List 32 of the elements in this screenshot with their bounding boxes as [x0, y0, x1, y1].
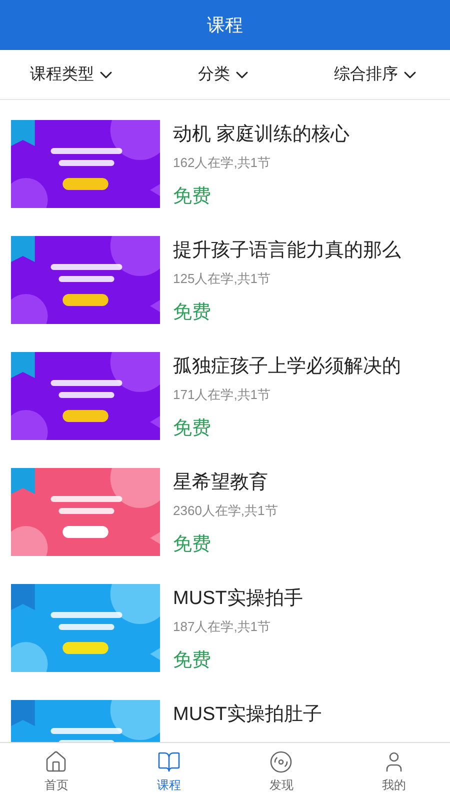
filter-dropdown[interactable]: 课程类型: [30, 62, 116, 86]
price-label: 免费: [173, 533, 212, 557]
tab-bar-item[interactable]: 课程: [112, 743, 225, 800]
filter-dropdown[interactable]: 分类: [198, 62, 252, 86]
price-label: 免费: [173, 185, 212, 209]
course-title: 提升孩子语言能力真的那么: [173, 239, 401, 263]
course-title: 孤独症孩子上学必须解决的: [173, 355, 401, 379]
course-stats: 187人在学,共1节: [173, 618, 272, 636]
course-item[interactable]: 星希望教育 2360人在学,共1节 免费: [0, 468, 450, 556]
home-icon: [44, 750, 68, 774]
course-title: 动机 家庭训练的核心: [173, 123, 350, 147]
price-label: 免费: [173, 417, 212, 441]
tab-bar-item[interactable]: 首页: [0, 743, 112, 800]
course-stats: 125人在学,共1节: [173, 270, 272, 288]
disc-icon: [269, 750, 294, 774]
course-stats: 162人在学,共1节: [173, 154, 272, 172]
header-title: 课程: [207, 14, 243, 36]
course-item[interactable]: MUST实操拍手 187人在学,共1节 免费: [0, 584, 450, 672]
course-item[interactable]: 提升孩子语言能力真的那么 125人在学,共1节 免费: [0, 236, 450, 324]
course-title: 星希望教育: [173, 470, 269, 495]
course-stats: 2360人在学,共1节: [173, 502, 278, 520]
course-title: MUST实操拍肚子: [173, 703, 322, 727]
filter-dropdown[interactable]: 综合排序: [334, 62, 420, 86]
course-item[interactable]: 孤独症孩子上学必须解决的 171人在学,共1节 免费: [0, 352, 450, 440]
tab-bar-item[interactable]: 发现: [225, 743, 338, 800]
price-label: 免费: [173, 649, 212, 673]
book-icon: [156, 750, 181, 774]
course-stats: 171人在学,共1节: [173, 386, 272, 404]
price-label: 免费: [173, 301, 212, 325]
course-title: MUST实操拍手: [173, 587, 303, 611]
course-item[interactable]: 动机 家庭训练的核心 162人在学,共1节 免费: [0, 120, 450, 208]
tab-bar-item[interactable]: 我的: [338, 743, 450, 800]
